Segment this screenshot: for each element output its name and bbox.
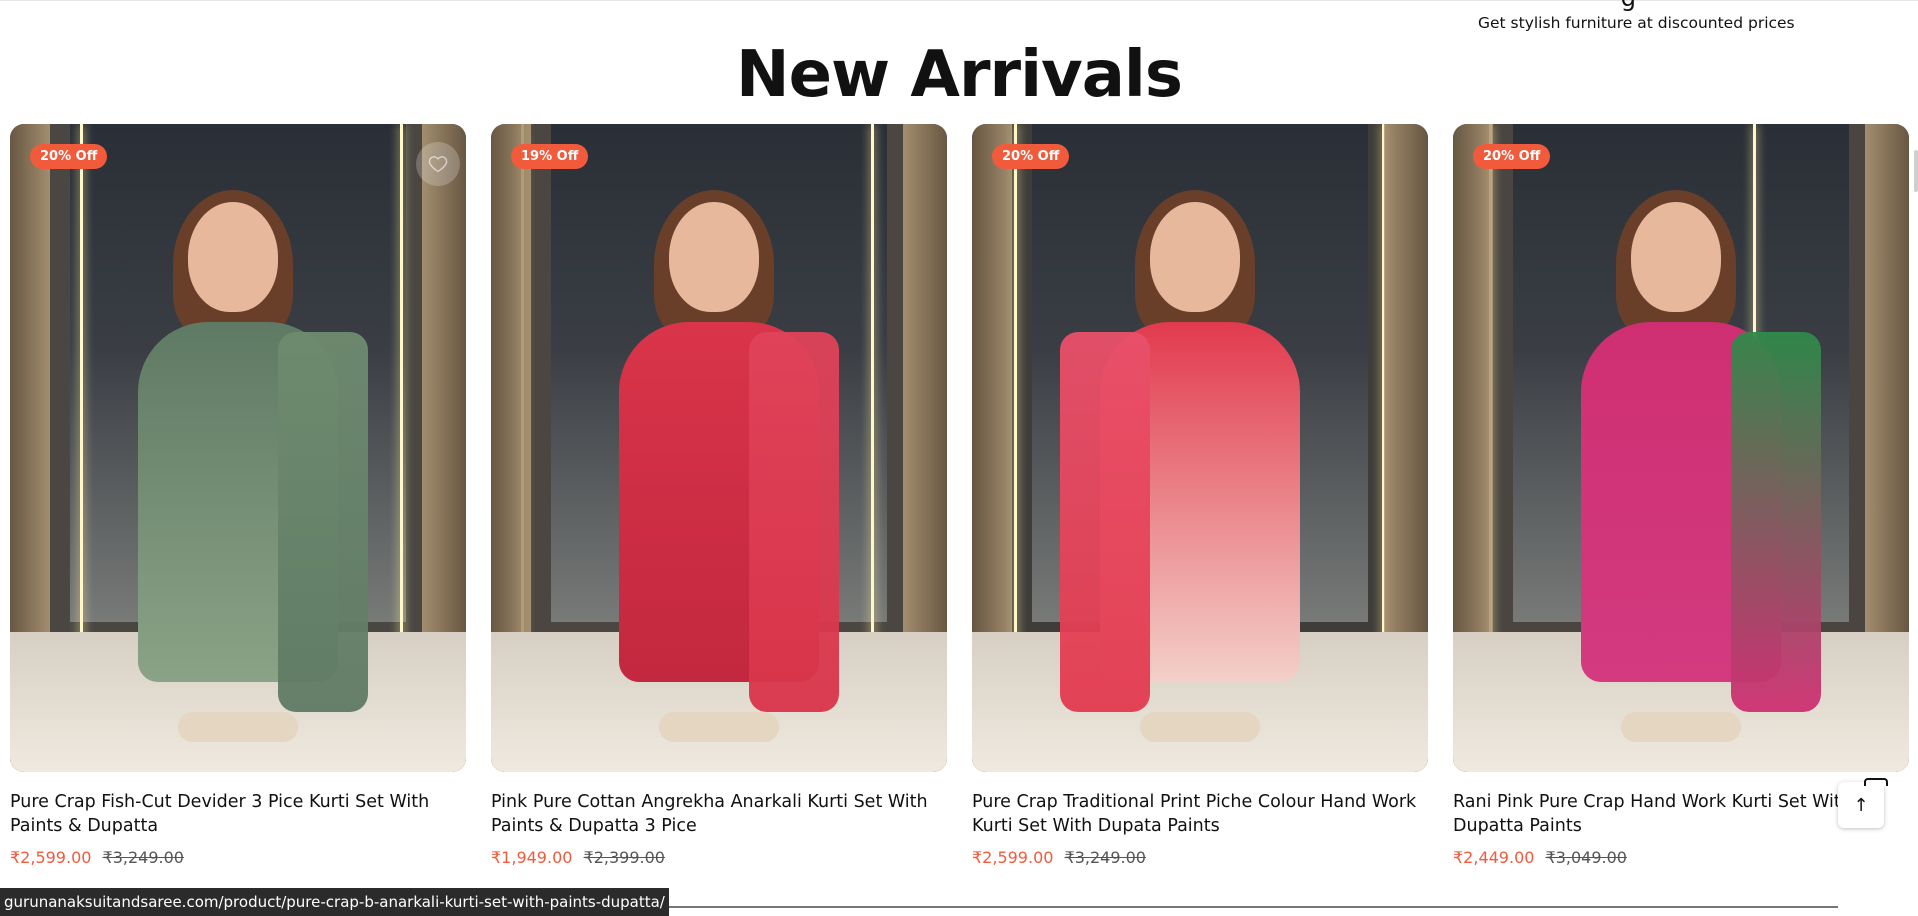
product-card[interactable]: 20% Off Rani Pink Pure Crap Hand Work Ku…: [1453, 124, 1909, 867]
product-image[interactable]: 20% Off: [1453, 124, 1909, 772]
product-image[interactable]: 20% Off: [10, 124, 466, 772]
product-grid: 20% Off Pure Crap Fish-Cut Devider 3 Pic…: [10, 124, 1910, 884]
arrow-up-icon: ↑: [1853, 794, 1869, 816]
product-title[interactable]: Pure Crap Fish-Cut Devider 3 Pice Kurti …: [10, 790, 466, 838]
sale-price: ₹1,949.00: [491, 848, 573, 867]
page-scrollbar[interactable]: [1914, 150, 1918, 192]
product-price: ₹2,449.00 ₹3,049.00: [1453, 848, 1909, 867]
product-card[interactable]: 20% Off Pure Crap Fish-Cut Devider 3 Pic…: [10, 124, 466, 867]
product-card[interactable]: 20% Off Pure Crap Traditional Print Pich…: [972, 124, 1428, 867]
promo-tagline: Get stylish furniture at discounted pric…: [1478, 14, 1795, 32]
section-title: New Arrivals: [736, 38, 1183, 112]
link-status-bar: gurunanaksuitandsaree.com/product/pure-c…: [0, 888, 669, 916]
compare-price: ₹3,249.00: [1064, 848, 1146, 867]
sale-price: ₹2,449.00: [1453, 848, 1535, 867]
model-figure: [118, 182, 368, 742]
product-price: ₹1,949.00 ₹2,399.00: [491, 848, 947, 867]
heart-icon: [428, 156, 448, 173]
promo-heading-partial: g: [1621, 0, 1636, 12]
bottom-divider: [600, 906, 1838, 908]
model-figure: [599, 182, 839, 742]
product-image[interactable]: 19% Off: [491, 124, 947, 772]
tab-outline-icon: [1864, 778, 1888, 786]
discount-badge: 20% Off: [1473, 144, 1551, 169]
scroll-to-top-button[interactable]: ↑: [1838, 778, 1888, 828]
compare-price: ₹3,249.00: [102, 848, 184, 867]
compare-price: ₹2,399.00: [583, 848, 665, 867]
product-title[interactable]: Pure Crap Traditional Print Piche Colour…: [972, 790, 1428, 838]
sale-price: ₹2,599.00: [972, 848, 1054, 867]
product-title[interactable]: Pink Pure Cottan Angrekha Anarkali Kurti…: [491, 790, 947, 838]
product-price: ₹2,599.00 ₹3,249.00: [972, 848, 1428, 867]
model-figure: [1060, 182, 1320, 742]
discount-badge: 20% Off: [992, 144, 1070, 169]
promo-header: g Get stylish furniture at discounted pr…: [1478, 0, 1918, 40]
wishlist-button[interactable]: [416, 142, 460, 186]
product-image[interactable]: 20% Off: [972, 124, 1428, 772]
product-price: ₹2,599.00 ₹3,249.00: [10, 848, 466, 867]
discount-badge: 20% Off: [30, 144, 108, 169]
compare-price: ₹3,049.00: [1545, 848, 1627, 867]
product-card[interactable]: 19% Off Pink Pure Cottan Angrekha Anarka…: [491, 124, 947, 867]
model-figure: [1561, 182, 1821, 742]
discount-badge: 19% Off: [511, 144, 589, 169]
sale-price: ₹2,599.00: [10, 848, 92, 867]
